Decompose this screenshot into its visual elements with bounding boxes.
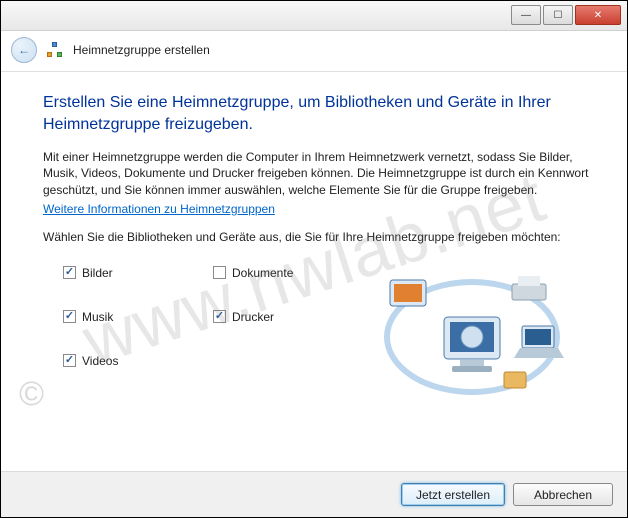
- checkbox-icon: [63, 266, 76, 279]
- main-heading: Erstellen Sie eine Heimnetzgruppe, um Bi…: [43, 92, 591, 135]
- checkbox-label: Drucker: [232, 310, 274, 324]
- checkbox-icon: [63, 310, 76, 323]
- header-title: Heimnetzgruppe erstellen: [73, 43, 210, 57]
- checkbox-icon: [213, 310, 226, 323]
- checkbox-dokumente[interactable]: Dokumente: [213, 266, 363, 280]
- checkbox-musik[interactable]: Musik: [63, 310, 213, 324]
- arrow-left-icon: ←: [18, 43, 30, 57]
- network-illustration: [363, 262, 591, 412]
- minimize-button[interactable]: —: [511, 5, 541, 25]
- footer: Jetzt erstellen Abbrechen: [1, 471, 627, 517]
- titlebar: — ☐ ✕: [1, 1, 627, 31]
- checkbox-drucker[interactable]: Drucker: [213, 310, 363, 324]
- back-button[interactable]: ←: [11, 37, 37, 63]
- close-button[interactable]: ✕: [575, 5, 621, 25]
- checkbox-icon: [63, 354, 76, 367]
- checkbox-icon: [213, 266, 226, 279]
- checkbox-videos[interactable]: Videos: [63, 354, 213, 368]
- wizard-header: ← Heimnetzgruppe erstellen: [1, 31, 627, 72]
- more-info-link[interactable]: Weitere Informationen zu Heimnetzgruppen: [43, 202, 275, 216]
- cancel-button[interactable]: Abbrechen: [513, 483, 613, 506]
- checkbox-label: Bilder: [82, 266, 113, 280]
- window-controls: — ☐ ✕: [511, 5, 621, 25]
- content: Erstellen Sie eine Heimnetzgruppe, um Bi…: [1, 72, 627, 412]
- homegroup-icon: [47, 42, 63, 58]
- selection-prompt: Wählen Sie die Bibliotheken und Geräte a…: [43, 230, 591, 244]
- checkbox-label: Musik: [82, 310, 113, 324]
- description-text: Mit einer Heimnetzgruppe werden die Comp…: [43, 149, 591, 198]
- create-button[interactable]: Jetzt erstellen: [401, 483, 505, 506]
- checkbox-bilder[interactable]: Bilder: [63, 266, 213, 280]
- maximize-button[interactable]: ☐: [543, 5, 573, 25]
- checkbox-label: Dokumente: [232, 266, 293, 280]
- checkbox-label: Videos: [82, 354, 118, 368]
- options-grid: Bilder Dokumente Musik Drucker Videos: [43, 262, 363, 368]
